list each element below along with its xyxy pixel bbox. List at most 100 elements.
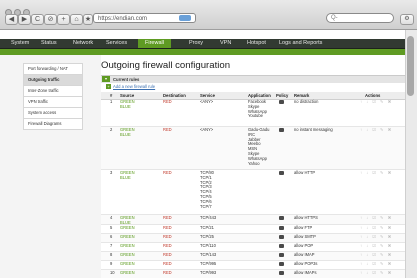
table-row: 9 GREEN RED TCP/995 allow POP3s ↑ ↓ ☑ ✎ ✖ (101, 261, 405, 270)
row-actions-icons[interactable]: ↑ ↓ ☑ ✎ ✖ (360, 225, 393, 231)
rss-icon[interactable] (179, 15, 191, 21)
cell-source: GREEN (120, 225, 135, 230)
table-row: 4 GREEN BLUE RED TCP/443 allow HTTPS ↑ ↓ ☑ ✎ … (101, 215, 405, 225)
row-actions-icons[interactable]: ↑ ↓ ☑ ✎ ✖ (360, 99, 393, 105)
allow-policy-icon (279, 226, 284, 230)
cell-policy (279, 244, 284, 250)
cell-policy (279, 253, 284, 259)
section-label: Current rules (113, 77, 140, 82)
cell-destination: RED (163, 215, 172, 220)
plus-icon: + (106, 84, 111, 90)
allow-policy-icon (279, 253, 284, 257)
sidebar-item-system-access[interactable]: System access (23, 108, 83, 119)
cell-source: GREEN BLUE (120, 127, 135, 137)
row-actions-icons[interactable]: ↑ ↓ ☑ ✎ ✖ (360, 270, 393, 276)
column-header-actions: Actions (365, 93, 381, 98)
row-actions-icons[interactable]: ↑ ↓ ☑ ✎ ✖ (360, 243, 393, 249)
scrollbar-thumb[interactable] (407, 36, 414, 96)
cell-remark: allow SMTP (294, 234, 316, 239)
cell-destination: RED (163, 225, 172, 230)
cell-destination: RED (163, 99, 172, 104)
sidebar-item-outgoing-traffic[interactable]: Outgoing traffic (23, 75, 83, 86)
add-rule-link[interactable]: + Add a new firewall rule (106, 84, 155, 90)
collapse-icon[interactable]: ▾ (102, 76, 110, 82)
table-row: 1 GREEN BLUE RED <ANY> Facebook Skype WhatsA… (101, 99, 405, 127)
cell-remark: allow POP (294, 243, 314, 248)
table-row: 8 GREEN RED TCP/143 allow IMAP ↑ ↓ ☑ ✎ ✖ (101, 252, 405, 261)
cell-destination: RED (163, 170, 172, 175)
column-header-source: Source (120, 93, 135, 98)
cell-remark: no instant messaging (294, 127, 333, 132)
cell-remark: allow POP3s (294, 261, 318, 266)
allow-policy-icon (279, 128, 284, 132)
column-header-destination: Destination (163, 93, 186, 98)
table-row: 5 GREEN RED TCP/21 allow FTP ↑ ↓ ☑ ✎ ✖ (101, 225, 405, 234)
cell-source: GREEN BLUE (120, 99, 135, 109)
nav-item-network[interactable]: Network (73, 39, 93, 48)
reload-icon[interactable]: C (31, 14, 44, 25)
nav-item-hotspot[interactable]: Hotspot (247, 39, 266, 48)
cell-source: GREEN BLUE (120, 170, 135, 180)
cell-destination: RED (163, 261, 172, 266)
browser-window: ◀ ▶ C ⊘ + ⌂ ★ https://endian.com Q- ⚙ Sy… (0, 0, 417, 278)
cell-source: GREEN (120, 261, 135, 266)
cell-service: <ANY> (200, 99, 214, 104)
cell-remark: allow HTTP (294, 170, 316, 175)
cell-service: TCP/993 (200, 270, 217, 275)
cell-application: Gadu-Gadu IRC Jabber Meebo MSN Skype Wha… (248, 127, 270, 166)
cell-policy (279, 216, 284, 222)
cell-policy (279, 235, 284, 241)
cell-service: TCP/143 (200, 252, 217, 257)
main-nav: System Status Network Services Firewall … (0, 39, 405, 49)
cell-remark: allow FTP (294, 225, 313, 230)
content-area: Port forwarding / NAT Outgoing traffic I… (0, 55, 405, 278)
add-icon[interactable]: + (57, 14, 70, 25)
column-header-service: Service (200, 93, 215, 98)
cell-service: TCP/25 (200, 234, 214, 239)
sidebar-item-inter-zone[interactable]: Inter-Zone traffic (23, 86, 83, 97)
search-input[interactable]: Q- (326, 13, 394, 23)
home-icon[interactable]: ⌂ (70, 14, 83, 25)
stop-icon[interactable]: ⊘ (44, 14, 57, 25)
column-header-policy: Policy (276, 93, 289, 98)
cell-source: GREEN (120, 252, 135, 257)
allow-policy-icon (279, 271, 284, 275)
nav-item-logs[interactable]: Logs and Reports (279, 39, 322, 48)
cell-destination: RED (163, 127, 172, 132)
sidebar-item-vpn-traffic[interactable]: VPN traffic (23, 97, 83, 108)
nav-item-firewall[interactable]: Firewall (138, 39, 171, 48)
cell-number: 2 (110, 127, 113, 132)
cell-number: 4 (110, 215, 113, 220)
cell-number: 8 (110, 252, 113, 257)
back-icon[interactable]: ◀ (5, 14, 18, 25)
nav-item-system[interactable]: System (11, 39, 29, 48)
cell-number: 6 (110, 234, 113, 239)
row-actions-icons[interactable]: ↑ ↓ ☑ ✎ ✖ (360, 261, 393, 267)
allow-policy-icon (279, 171, 284, 175)
allow-policy-icon (279, 100, 284, 104)
cell-policy (279, 171, 284, 177)
settings-icon[interactable]: ⚙ (400, 14, 414, 25)
cell-policy (279, 226, 284, 232)
sidebar-item-firewall-diagrams[interactable]: Firewall Diagrams (23, 119, 83, 130)
column-header-application: Application (248, 93, 271, 98)
cell-number: 3 (110, 170, 113, 175)
nav-item-services[interactable]: Services (106, 39, 127, 48)
cell-remark: allow HTTPS (294, 215, 318, 220)
allow-policy-icon (279, 216, 284, 220)
forward-icon[interactable]: ▶ (18, 14, 31, 25)
row-actions-icons[interactable]: ↑ ↓ ☑ ✎ ✖ (360, 127, 393, 133)
row-actions-icons[interactable]: ↑ ↓ ☑ ✎ ✖ (360, 234, 393, 240)
row-actions-icons[interactable]: ↑ ↓ ☑ ✎ ✖ (360, 170, 393, 176)
sidebar-item-port-forwarding[interactable]: Port forwarding / NAT (23, 63, 83, 75)
nav-item-vpn[interactable]: VPN (220, 39, 231, 48)
cell-number: 1 (110, 99, 113, 104)
bookmark-icon[interactable]: ★ (83, 14, 93, 25)
row-actions-icons[interactable]: ↑ ↓ ☑ ✎ ✖ (360, 215, 393, 221)
cell-number: 5 (110, 225, 113, 230)
nav-item-proxy[interactable]: Proxy (189, 39, 203, 48)
cell-remark: no distraction (294, 99, 319, 104)
row-actions-icons[interactable]: ↑ ↓ ☑ ✎ ✖ (360, 252, 393, 258)
nav-item-status[interactable]: Status (41, 39, 57, 48)
allow-policy-icon (279, 262, 284, 266)
